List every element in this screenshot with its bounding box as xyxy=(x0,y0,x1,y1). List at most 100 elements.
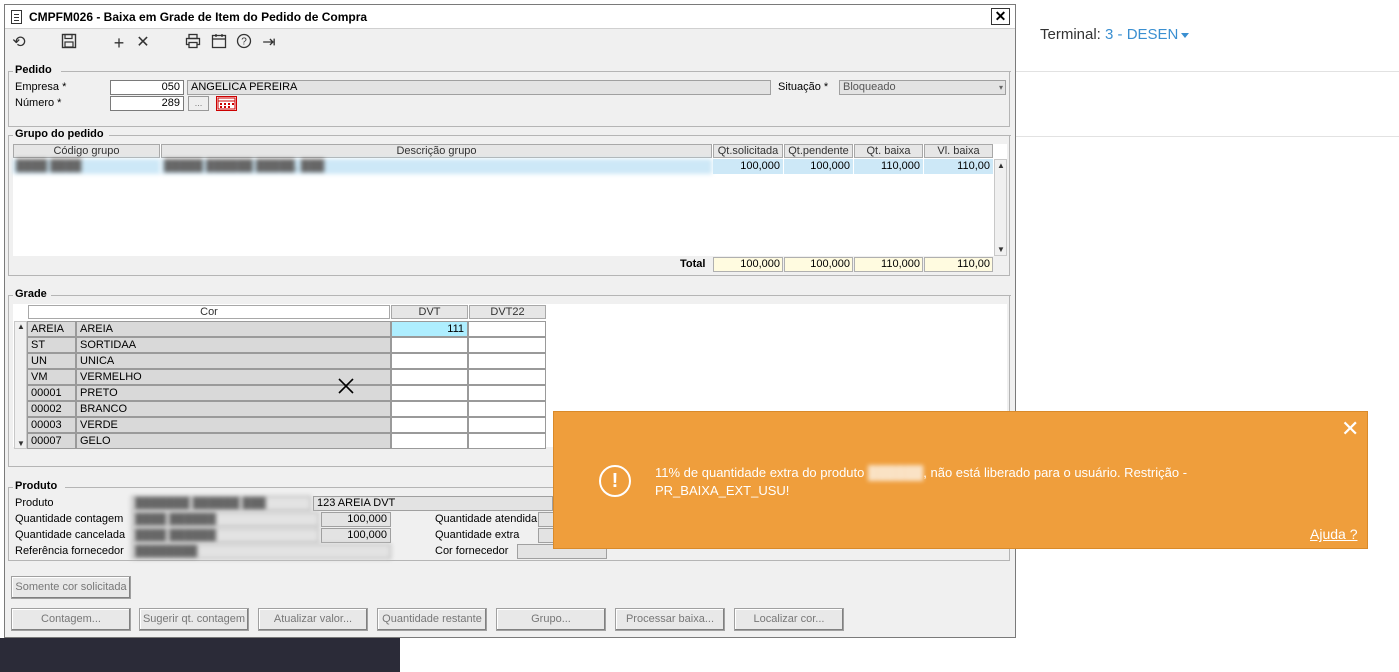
grade-dvt[interactable] xyxy=(391,353,468,369)
calendar-lookup-icon[interactable] xyxy=(216,96,237,111)
numero-label: Número * xyxy=(15,97,62,109)
col-vl-baixa[interactable]: Vl. baixa xyxy=(924,144,993,158)
terminal-label: Terminal: xyxy=(1040,26,1101,43)
delete-icon[interactable]: ✕ xyxy=(133,33,153,53)
add-icon[interactable]: + xyxy=(109,33,129,53)
grade-code: AREIA xyxy=(27,321,76,337)
qt-contagem-code: ████ ██████ xyxy=(131,512,319,527)
produto-label: Produto xyxy=(15,497,54,509)
situacao-select[interactable]: Bloqueado ▾ xyxy=(839,80,1006,95)
toast-close-icon[interactable]: ✕ xyxy=(1341,418,1359,440)
save-icon[interactable] xyxy=(59,33,79,53)
sugerir-button[interactable]: Sugerir qt. contagem xyxy=(139,608,249,631)
toast-help-link[interactable]: Ajuda ? xyxy=(1310,526,1357,542)
produto-desc-field: 123 AREIA DVT xyxy=(313,496,553,511)
grade-group-label: Grade xyxy=(13,288,49,300)
terminal-selector[interactable]: Terminal: 3 - DESEN xyxy=(1040,26,1190,43)
scroll-up-icon[interactable]: ▲ xyxy=(995,161,1007,170)
grade-dvt22[interactable] xyxy=(468,337,546,353)
grade-desc: SORTIDAA xyxy=(76,337,391,353)
total-qt-pendente: 100,000 xyxy=(784,257,853,272)
help-icon[interactable]: ? xyxy=(234,33,254,53)
numero-field[interactable]: 289 xyxy=(110,96,184,111)
atualizar-valor-button[interactable]: Atualizar valor... xyxy=(258,608,368,631)
grade-code: 00002 xyxy=(27,401,76,417)
col-descricao-grupo[interactable]: Descrição grupo xyxy=(161,144,712,158)
grade-code: 00003 xyxy=(27,417,76,433)
empresa-name-field: ANGELICA PEREIRA xyxy=(187,80,771,95)
grade-dvt22[interactable] xyxy=(468,369,546,385)
close-button[interactable]: ✕ xyxy=(991,8,1010,25)
toast-message: 11% de quantidade extra do produto █████… xyxy=(655,464,1275,500)
svg-text:?: ? xyxy=(241,37,247,48)
grade-code: VM xyxy=(27,369,76,385)
ref-fornecedor-label: Referência fornecedor xyxy=(15,545,124,557)
grupo-group-label: Grupo do pedido xyxy=(13,128,106,140)
grade-dvt[interactable]: 111 xyxy=(391,321,468,337)
error-toast: ! 11% de quantidade extra do produto ███… xyxy=(553,411,1368,549)
caret-down-icon xyxy=(1181,32,1190,38)
processar-baixa-button[interactable]: Processar baixa... xyxy=(615,608,725,631)
col-codigo-grupo[interactable]: Código grupo xyxy=(13,144,160,158)
grade-dvt[interactable] xyxy=(391,337,468,353)
grade-scrollbar[interactable]: ▲ ▼ xyxy=(14,321,27,449)
exit-icon[interactable]: ⇥ xyxy=(259,33,279,53)
quantidade-restante-button[interactable]: Quantidade restante xyxy=(377,608,487,631)
scroll-down-icon[interactable]: ▼ xyxy=(995,245,1007,254)
grupo-scrollbar[interactable]: ▲ ▼ xyxy=(994,159,1007,256)
toast-message-pre: 11% de quantidade extra do produto xyxy=(655,465,865,480)
terminal-value[interactable]: 3 - DESEN xyxy=(1105,26,1178,43)
col-cor[interactable]: Cor xyxy=(28,305,390,319)
grade-desc: GELO xyxy=(76,433,391,449)
grade-dvt[interactable] xyxy=(391,433,468,449)
col-dvt22[interactable]: DVT22 xyxy=(469,305,546,319)
total-label: Total xyxy=(680,258,706,270)
grade-dvt22[interactable] xyxy=(468,385,546,401)
col-qt-solicitada[interactable]: Qt.solicitada xyxy=(713,144,783,158)
scroll-down-icon[interactable]: ▼ xyxy=(15,439,27,448)
grade-dvt22[interactable] xyxy=(468,353,546,369)
grupo-button[interactable]: Grupo... xyxy=(496,608,606,631)
grade-desc: UNICA xyxy=(76,353,391,369)
exclamation-circle-icon: ! xyxy=(599,465,631,497)
grade-dvt[interactable] xyxy=(391,401,468,417)
grade-dvt[interactable] xyxy=(391,369,468,385)
grade-dvt[interactable] xyxy=(391,385,468,401)
empresa-field[interactable]: 050 xyxy=(110,80,184,95)
qt-contagem-label: Quantidade contagem xyxy=(15,513,124,525)
grade-dvt22[interactable] xyxy=(468,321,546,337)
chevron-down-icon: ▾ xyxy=(998,83,1003,92)
calendar-icon[interactable] xyxy=(209,33,229,53)
produto-code-field: ███████ ██████ ███ xyxy=(131,496,311,511)
contagem-button[interactable]: Contagem... xyxy=(11,608,131,631)
grade-dvt[interactable] xyxy=(391,417,468,433)
localizar-cor-button[interactable]: Localizar cor... xyxy=(734,608,844,631)
cell-qt-pendente: 100,000 xyxy=(784,159,853,174)
grupo-table: Código grupo Descrição grupo Qt.solicita… xyxy=(13,144,1007,256)
situacao-label: Situação * xyxy=(778,81,829,93)
print-icon[interactable] xyxy=(183,33,203,53)
cell-descricao: █████ ██████ █████, ███ xyxy=(161,159,712,174)
grade-dvt22[interactable] xyxy=(468,401,546,417)
divider xyxy=(1016,71,1399,72)
grade-desc: AREIA xyxy=(76,321,391,337)
col-qt-pendente[interactable]: Qt.pendente xyxy=(784,144,853,158)
lookup-button[interactable]: … xyxy=(188,96,209,111)
col-dvt[interactable]: DVT xyxy=(391,305,468,319)
grade-dvt22[interactable] xyxy=(468,433,546,449)
grade-code: ST xyxy=(27,337,76,353)
somente-cor-button[interactable]: Somente cor solicitada xyxy=(11,576,131,599)
mouse-cursor-icon xyxy=(338,378,354,397)
grade-dvt22[interactable] xyxy=(468,417,546,433)
scroll-up-icon[interactable]: ▲ xyxy=(15,322,27,331)
undo-icon[interactable]: ⟲ xyxy=(9,33,29,53)
pedido-group-label: Pedido xyxy=(13,64,54,76)
cell-qt-baixa: 110,000 xyxy=(854,159,923,174)
col-qt-baixa[interactable]: Qt. baixa xyxy=(854,144,923,158)
document-icon xyxy=(11,10,22,24)
qt-cancelada-label: Quantidade cancelada xyxy=(15,529,126,541)
grade-desc: VERDE xyxy=(76,417,391,433)
total-qt-solicitada: 100,000 xyxy=(713,257,783,272)
pedido-group: Pedido Empresa * 050 ANGELICA PEREIRA Si… xyxy=(8,64,1011,127)
ref-fornecedor-field: ████████ xyxy=(131,544,391,559)
